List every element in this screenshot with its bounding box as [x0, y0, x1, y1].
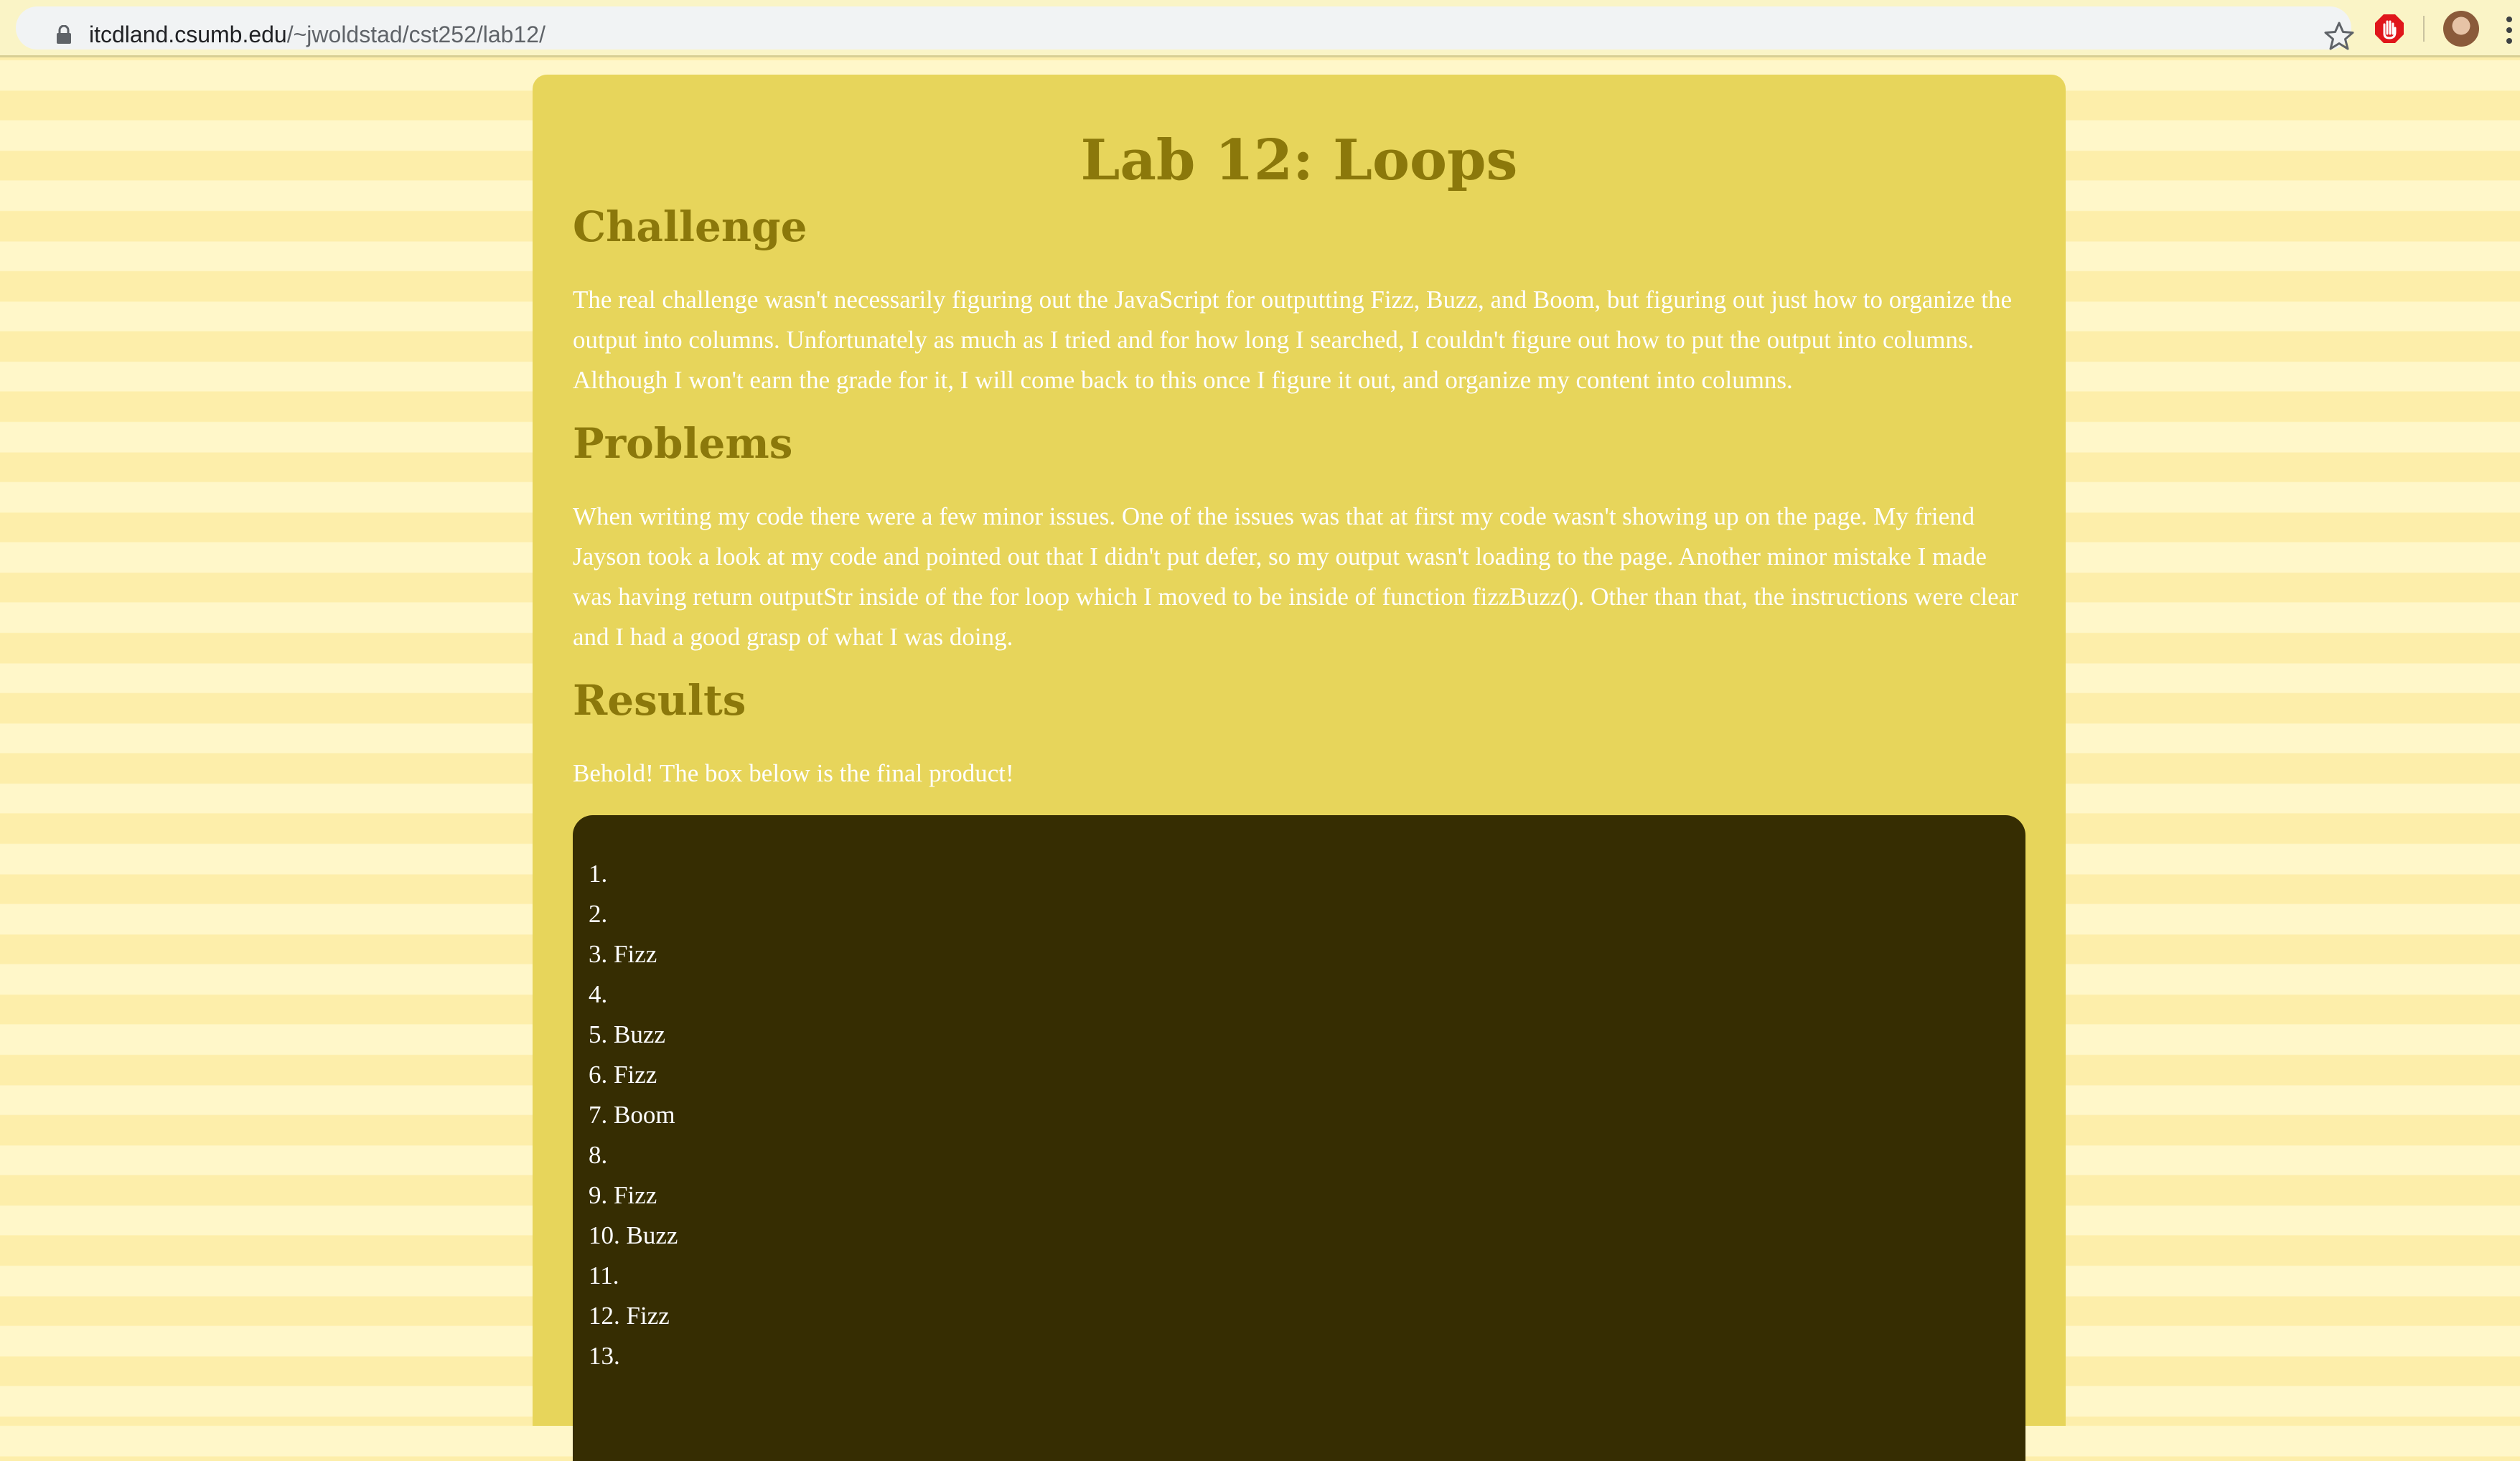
output-line: 2.: [589, 900, 608, 928]
fizzbuzz-output-box: 1. 2. 3. Fizz 4. 5. Buzz 6. Fizz 7. Boom…: [573, 815, 2025, 1461]
problems-heading: Problems: [573, 419, 793, 468]
output-line: 7. Boom: [589, 1101, 675, 1129]
output-line: 10. Buzz: [589, 1221, 678, 1249]
lock-icon[interactable]: [56, 25, 72, 44]
browser-toolbar: itcdland.csumb.edu/~jwoldstad/cst252/lab…: [0, 0, 2520, 57]
content-card: Lab 12: Loops Challenge The real challen…: [533, 75, 2066, 1461]
output-line: 3. Fizz: [589, 940, 657, 968]
more-menu-icon[interactable]: [2503, 14, 2515, 46]
problems-paragraph: When writing my code there were a few mi…: [573, 502, 2018, 651]
extension-stop-icon[interactable]: [2373, 12, 2406, 45]
output-line: 6. Fizz: [589, 1061, 657, 1089]
url-text[interactable]: itcdland.csumb.edu/~jwoldstad/cst252/lab…: [89, 17, 545, 52]
output-line: 11.: [589, 1262, 619, 1289]
output-line: 13.: [589, 1342, 620, 1370]
url-path: /~jwoldstad/cst252/lab12/: [286, 22, 545, 47]
profile-avatar[interactable]: [2443, 11, 2479, 47]
challenge-paragraph: The real challenge wasn't necessarily fi…: [573, 286, 2013, 394]
url-host: itcdland.csumb.edu: [89, 22, 287, 47]
address-bar[interactable]: itcdland.csumb.edu/~jwoldstad/cst252/lab…: [16, 6, 2354, 52]
output-line: 8.: [589, 1141, 608, 1169]
results-paragraph: Behold! The box below is the final produ…: [573, 759, 1014, 787]
page-title: Lab 12: Loops: [1080, 128, 1518, 193]
output-line: 1.: [589, 860, 608, 888]
output-line: 5. Buzz: [589, 1020, 665, 1048]
results-heading: Results: [573, 676, 746, 725]
output-line: 4.: [589, 980, 608, 1008]
output-line: 12. Fizz: [589, 1302, 670, 1330]
output-line: 9. Fizz: [589, 1181, 657, 1209]
toolbar-separator: [2423, 16, 2425, 42]
challenge-heading: Challenge: [573, 202, 807, 251]
star-icon[interactable]: [2323, 19, 2356, 52]
